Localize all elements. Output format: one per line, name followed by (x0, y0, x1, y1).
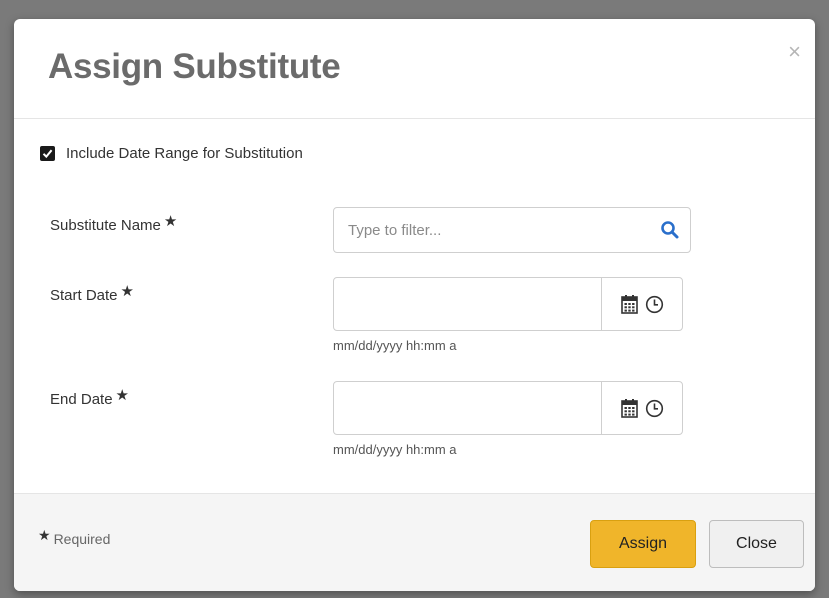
include-date-range-option[interactable]: Include Date Range for Substitution (40, 145, 303, 162)
calendar-icon[interactable] (621, 398, 638, 418)
required-note: ★ Required (38, 527, 111, 548)
end-date-input[interactable] (334, 382, 600, 434)
required-star-icon: ★ (38, 527, 51, 543)
assign-button[interactable]: Assign (590, 520, 696, 568)
substitute-name-label-text: Substitute Name (50, 217, 161, 234)
end-date-addon (601, 382, 683, 434)
start-date-input[interactable] (334, 278, 600, 330)
required-star-icon: ★ (163, 213, 178, 230)
include-date-range-label: Include Date Range for Substitution (66, 145, 303, 162)
clock-icon[interactable] (645, 295, 664, 314)
dialog-header: Assign Substitute × (14, 19, 815, 119)
close-icon[interactable]: × (788, 41, 801, 63)
required-star-icon: ★ (115, 387, 129, 404)
close-button[interactable]: Close (709, 520, 804, 568)
end-date-field (333, 381, 683, 435)
assign-substitute-dialog: Assign Substitute × Include Date Range f… (14, 19, 815, 591)
calendar-icon[interactable] (621, 294, 638, 314)
start-date-label-text: Start Date (50, 287, 118, 304)
start-date-hint: mm/dd/yyyy hh:mm a (333, 338, 457, 353)
start-date-label: Start Date ★ (50, 283, 134, 304)
dialog-body: Include Date Range for Substitution Subs… (14, 119, 815, 493)
dialog-title: Assign Substitute (48, 47, 341, 86)
include-date-range-checkbox[interactable] (40, 146, 55, 161)
search-icon[interactable] (660, 220, 680, 245)
end-date-label-text: End Date (50, 391, 113, 408)
end-date-hint: mm/dd/yyyy hh:mm a (333, 442, 457, 457)
start-date-field (333, 277, 683, 331)
clock-icon[interactable] (645, 399, 664, 418)
required-star-icon: ★ (120, 283, 134, 300)
dialog-footer: ★ Required Assign Close (14, 493, 815, 591)
end-date-label: End Date ★ (50, 387, 129, 408)
substitute-name-label: Substitute Name ★ (50, 213, 178, 234)
substitute-name-input[interactable] (334, 208, 644, 252)
start-date-addon (601, 278, 683, 330)
required-note-text: Required (53, 531, 111, 547)
substitute-name-field (333, 207, 691, 253)
